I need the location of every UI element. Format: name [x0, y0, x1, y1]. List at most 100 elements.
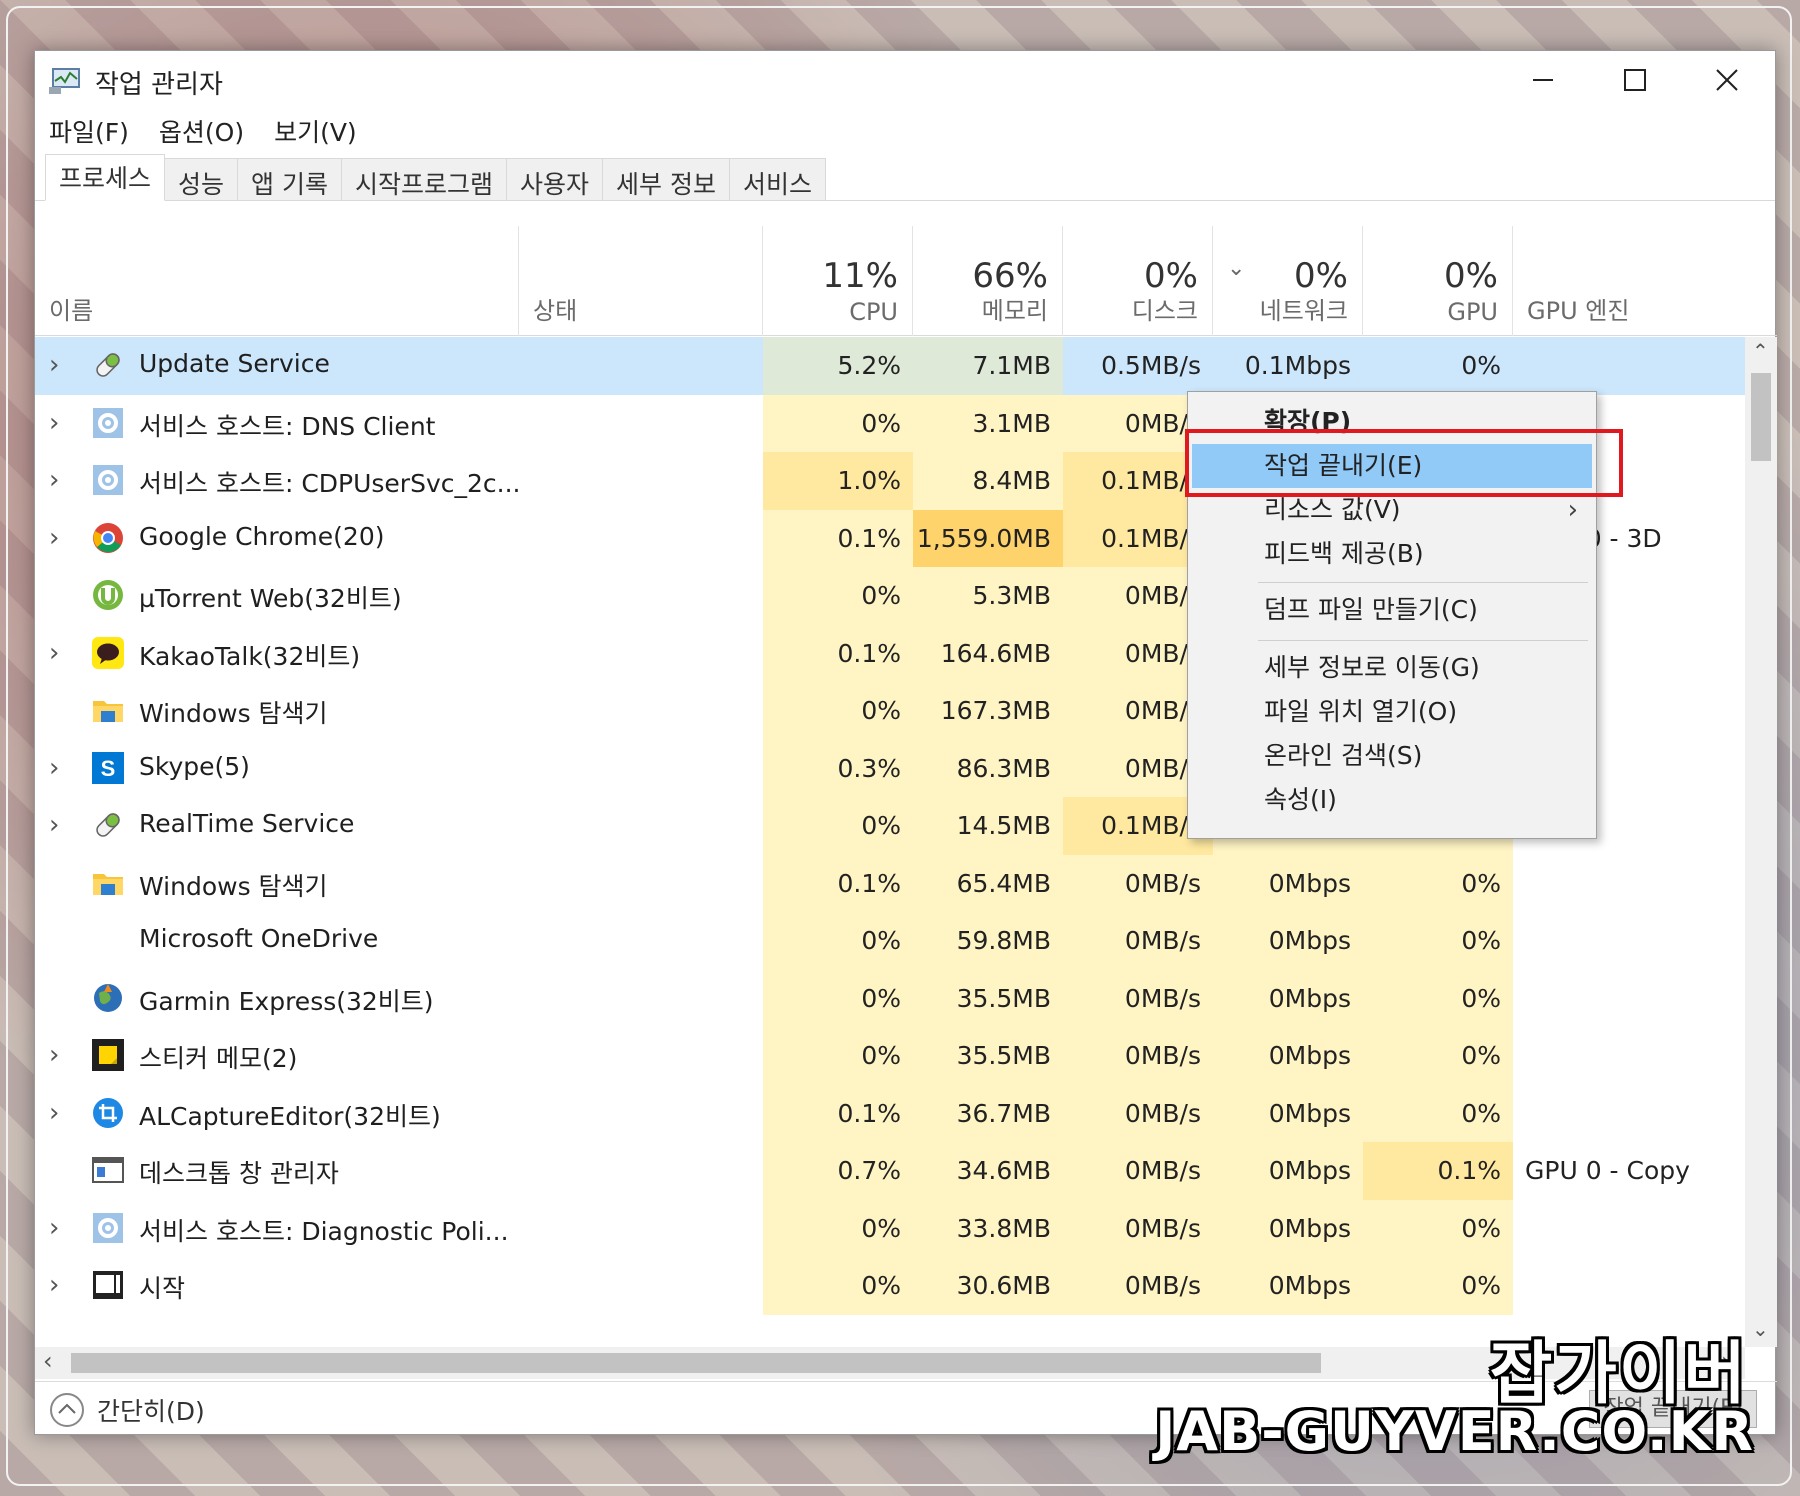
process-name: µTorrent Web(32비트): [139, 584, 402, 613]
gpu-engine-cell: [1513, 1085, 1745, 1143]
menu-file[interactable]: 파일(F): [49, 113, 129, 149]
mem-cell: 8.4MB: [913, 452, 1063, 510]
ctx-search-online[interactable]: 온라인 검색(S): [1192, 734, 1592, 778]
disk-label: 디스크: [1131, 297, 1198, 325]
tab-bar: 프로세스 성능 앱 기록 시작프로그램 사용자 세부 정보 서비스: [35, 153, 1775, 201]
gpu-cell: 0%: [1363, 854, 1513, 912]
process-name: Skype(5): [139, 751, 250, 781]
cpu-cell: 0%: [763, 394, 913, 452]
expand-chevron-icon[interactable]: ›: [49, 754, 69, 782]
maximize-button[interactable]: [1589, 51, 1681, 109]
expand-chevron-icon[interactable]: ›: [49, 1214, 69, 1242]
close-icon: [1716, 69, 1738, 91]
ctx-create-dump[interactable]: 덤프 파일 만들기(C): [1192, 588, 1592, 632]
sort-chevron-icon: ⌄: [1227, 256, 1246, 281]
column-header-gpu-engine[interactable]: GPU 엔진: [1513, 226, 1777, 336]
process-name-cell: Garmin Express(32비트): [35, 970, 763, 1028]
vertical-scroll-thumb[interactable]: [1751, 373, 1771, 461]
gpu-engine-cell: [1513, 855, 1745, 913]
task-manager-window: 작업 관리자 파일(F) 옵션(O) 보기(V) 프로세스 성능 앱 기록 시작…: [34, 50, 1777, 1435]
ctx-separator: [1258, 582, 1588, 583]
expand-chevron-icon[interactable]: ›: [49, 351, 69, 379]
expand-chevron-icon[interactable]: ›: [49, 811, 69, 839]
expand-chevron-icon[interactable]: ›: [49, 409, 69, 437]
scroll-up-icon[interactable]: ⌃: [1752, 339, 1769, 363]
column-header-row: 이름 상태 11% CPU 66% 메모리 0% 디스크 ⌄ 0% 네트워크 0…: [35, 226, 1777, 336]
ctx-properties[interactable]: 속성(I): [1192, 778, 1592, 822]
tab-app-history[interactable]: 앱 기록: [237, 158, 342, 200]
column-header-status[interactable]: 상태: [519, 226, 763, 336]
process-row[interactable]: Windows 탐색기 0.1% 65.4MB 0MB/s 0Mbps 0%: [35, 854, 1745, 913]
expand-chevron-icon[interactable]: ›: [49, 639, 69, 667]
process-name: 서비스 호스트: Diagnostic Poli...: [139, 1216, 509, 1246]
tab-performance[interactable]: 성능: [164, 158, 239, 200]
tab-processes[interactable]: 프로세스: [45, 154, 166, 201]
horizontal-scrollbar[interactable]: ‹ ›: [35, 1347, 1745, 1379]
menu-bar: 파일(F) 옵션(O) 보기(V): [35, 109, 1775, 153]
expand-chevron-icon[interactable]: ›: [49, 1271, 69, 1299]
process-name: 서비스 호스트: DNS Client: [139, 411, 436, 441]
column-header-memory[interactable]: 66% 메모리: [913, 226, 1063, 336]
process-row[interactable]: › 서비스 호스트: Diagnostic Poli... 0% 33.8MB 0MB/…: [35, 1199, 1745, 1257]
scroll-left-icon[interactable]: ‹: [43, 1347, 53, 1375]
cpu-cell: 0.1%: [763, 1084, 913, 1142]
expand-chevron-icon[interactable]: ›: [49, 466, 69, 494]
minimize-icon: [1533, 79, 1553, 81]
process-row[interactable]: › 시작 0% 30.6MB 0MB/s 0Mbps 0%: [35, 1257, 1745, 1315]
column-header-disk[interactable]: 0% 디스크: [1063, 226, 1213, 336]
minimize-button[interactable]: [1497, 51, 1589, 109]
horizontal-scroll-thumb[interactable]: [71, 1353, 1321, 1373]
process-name-cell: › ALCaptureEditor(32비트): [35, 1085, 763, 1143]
gpu-engine-cell: [1513, 1027, 1745, 1085]
expand-chevron-icon[interactable]: ›: [49, 524, 69, 552]
cpu-cell: 0%: [763, 1199, 913, 1257]
menu-options[interactable]: 옵션(O): [159, 113, 244, 149]
chrome-icon: [91, 521, 125, 555]
scroll-down-icon[interactable]: ⌄: [1752, 1317, 1769, 1341]
close-button[interactable]: [1681, 51, 1773, 109]
title-bar: 작업 관리자: [35, 51, 1775, 109]
tab-services[interactable]: 서비스: [728, 158, 826, 200]
process-row[interactable]: › Update Service 5.2% 7.1MB 0.5MB/s 0.1Mbps 0%: [35, 337, 1745, 395]
gpu-cell: 0.1%: [1363, 1142, 1513, 1200]
column-header-gpu[interactable]: 0% GPU: [1363, 226, 1513, 336]
gear-icon: [91, 406, 125, 440]
tab-users[interactable]: 사용자: [506, 158, 604, 200]
ctx-open-file-location[interactable]: 파일 위치 열기(O): [1192, 690, 1592, 734]
menu-view[interactable]: 보기(V): [274, 113, 357, 149]
ctx-feedback[interactable]: 피드백 제공(B): [1192, 532, 1592, 576]
vertical-scrollbar[interactable]: ⌃ ⌄: [1745, 337, 1777, 1347]
process-row[interactable]: › ALCaptureEditor(32비트) 0.1% 36.7MB 0MB/s 0Mb…: [35, 1084, 1745, 1143]
process-name-cell: › 시작: [35, 1257, 763, 1315]
process-row[interactable]: Microsoft OneDrive 0% 59.8MB 0MB/s 0Mbps 0%: [35, 912, 1745, 970]
disk-cell: 0MB/s: [1063, 1142, 1213, 1200]
column-header-name[interactable]: 이름: [35, 226, 519, 336]
tab-startup[interactable]: 시작프로그램: [340, 158, 507, 200]
process-name-cell: › 서비스 호스트: CDPUserSvc_2c...: [35, 452, 763, 510]
net-cell: 0Mbps: [1213, 1084, 1363, 1142]
ctx-go-to-details[interactable]: 세부 정보로 이동(G): [1192, 646, 1592, 690]
net-cell: 0Mbps: [1213, 1027, 1363, 1085]
disk-cell: 0MB/s: [1063, 1199, 1213, 1257]
gpu-engine-cell: GPU 0 - Copy: [1525, 1156, 1690, 1185]
process-row[interactable]: Garmin Express(32비트) 0% 35.5MB 0MB/s 0Mbps 0%: [35, 969, 1745, 1028]
fewer-details-button[interactable]: 간단히(D): [49, 1392, 205, 1428]
tab-details[interactable]: 세부 정보: [602, 158, 730, 200]
gpu-engine-cell: [1513, 970, 1745, 1028]
process-name: Update Service: [139, 349, 330, 378]
process-name-cell: › Google Chrome(20): [35, 510, 763, 568]
expand-chevron-icon[interactable]: ›: [49, 1041, 69, 1069]
process-name-cell: µTorrent Web(32비트): [35, 567, 763, 625]
gpu-engine-label: GPU 엔진: [1527, 297, 1630, 325]
ctx-separator: [1258, 640, 1588, 641]
column-header-cpu[interactable]: 11% CPU: [763, 226, 913, 336]
process-name-cell: › RealTime Service: [35, 797, 763, 855]
mem-cell: 36.7MB: [913, 1084, 1063, 1142]
expand-chevron-icon[interactable]: ›: [49, 1099, 69, 1127]
gpu-cell: 0%: [1363, 969, 1513, 1027]
process-row[interactable]: › 스티커 메모(2) 0% 35.5MB 0MB/s 0Mbps 0%: [35, 1027, 1745, 1085]
svg-text:S: S: [101, 756, 116, 781]
net-cell: 0Mbps: [1213, 854, 1363, 912]
column-header-network[interactable]: ⌄ 0% 네트워크: [1213, 226, 1363, 336]
process-row[interactable]: 데스크톱 창 관리자 0.7% 34.6MB 0MB/s 0Mbps 0.1% GPU 0 …: [35, 1142, 1745, 1200]
